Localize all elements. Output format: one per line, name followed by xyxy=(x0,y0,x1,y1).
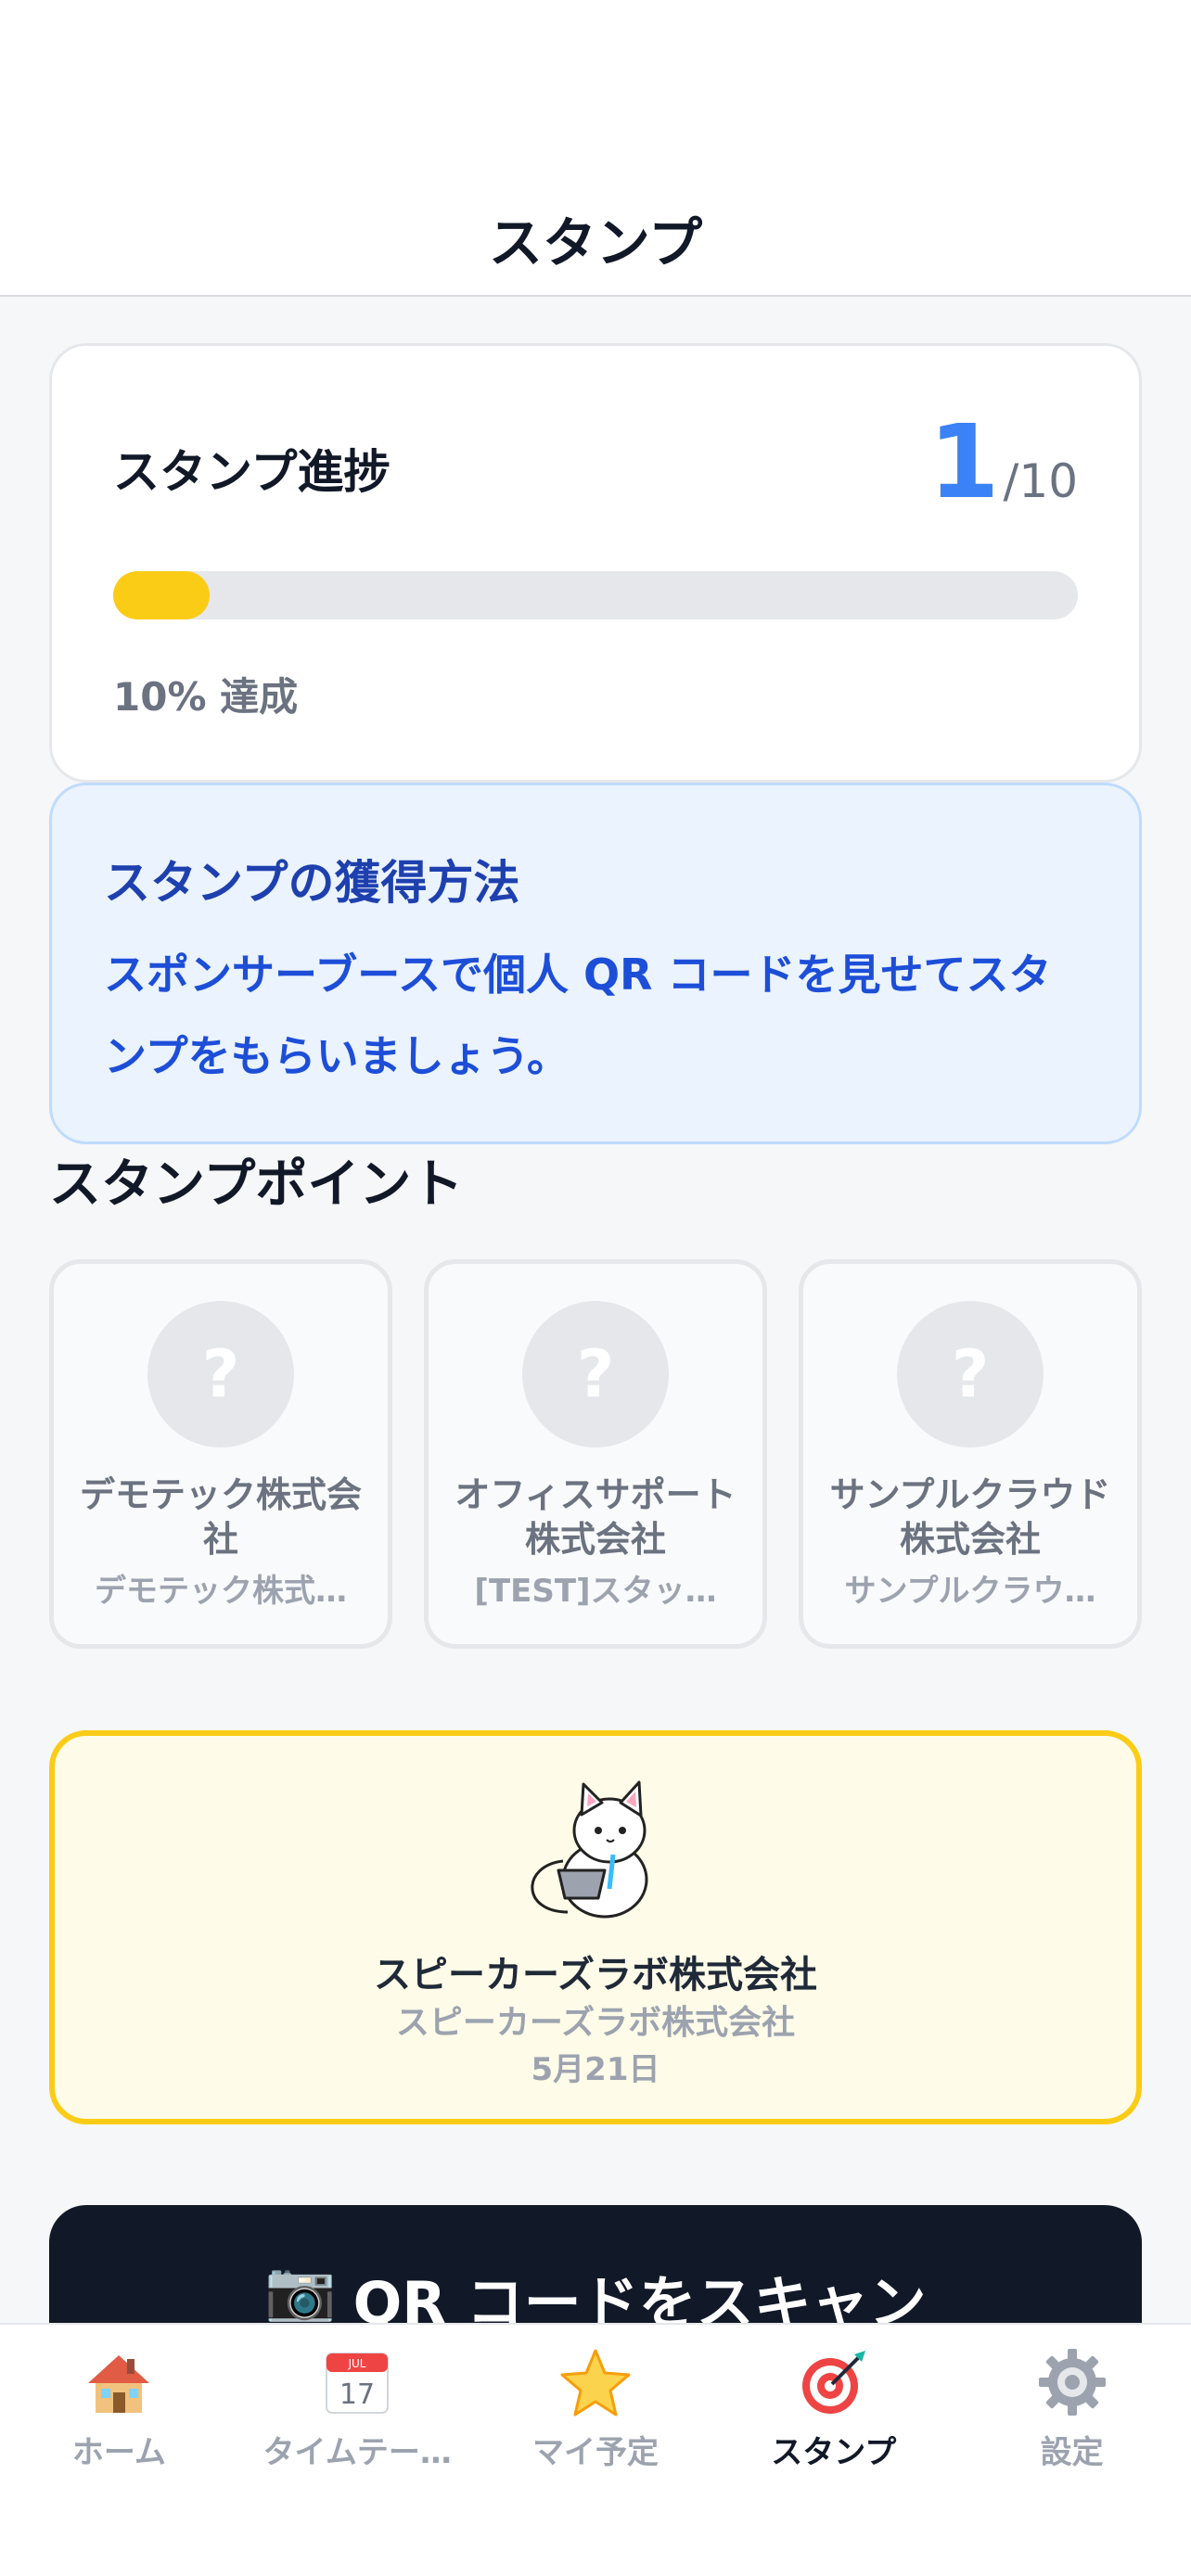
tab-settings-label: 設定 xyxy=(1040,2434,1104,2471)
stamp-point-subtitle: [TEST]スタッ… xyxy=(474,1573,717,1610)
acquired-stamp-subtitle: スピーカーズラボ株式会社 xyxy=(395,2004,796,2042)
progress-bar xyxy=(113,571,1078,619)
progress-bar-fill xyxy=(113,571,210,619)
how-to-earn-card: スタンプの獲得方法 スポンサーブースで個人 QR コードを見せてスタンプをもらい… xyxy=(49,783,1142,1144)
progress-count-total: /10 xyxy=(1003,454,1078,508)
top-bar: スタンプ xyxy=(0,0,1191,297)
tab-home-label: ホーム xyxy=(71,2434,166,2471)
how-to-earn-title: スタンプの獲得方法 xyxy=(104,856,520,910)
calendar-icon: JUL 17 xyxy=(318,2343,396,2421)
stamp-point-name: デモテック株式会社 xyxy=(79,1474,362,1560)
stamp-progress-card: スタンプ進捗 1 /10 10% 達成 xyxy=(49,343,1142,783)
how-to-earn-body: スポンサーブースで個人 QR コードを見せてスタンプをもらいましょう。 xyxy=(104,950,1052,1081)
stamp-point-card[interactable]: ? オフィスサポート株式会社 [TEST]スタッ… xyxy=(424,1259,767,1649)
tab-my-schedule-label: マイ予定 xyxy=(531,2434,659,2471)
bottom-tab-bar: ホーム JUL 17 タイムテー… マイ予定 スタンプ 設定 xyxy=(0,2323,1191,2576)
target-icon xyxy=(795,2343,873,2421)
svg-text:JUL: JUL xyxy=(348,2357,366,2370)
unknown-stamp-icon: ? xyxy=(522,1301,669,1447)
stamp-point-card[interactable]: ? デモテック株式会社 デモテック株式… xyxy=(49,1259,392,1649)
stamp-point-subtitle: サンプルクラウ… xyxy=(844,1573,1096,1610)
main-content: スタンプ進捗 1 /10 10% 達成 スタンプの獲得方法 スポンサーブースで個… xyxy=(49,343,1142,2124)
star-icon xyxy=(557,2343,634,2421)
tab-stamp[interactable]: スタンプ xyxy=(714,2325,953,2576)
unknown-stamp-icon: ? xyxy=(897,1301,1044,1447)
acquired-stamp-card[interactable]: スピーカーズラボ株式会社 スピーカーズラボ株式会社 5月21日 xyxy=(49,1730,1142,2124)
tab-timetable-label: タイムテー… xyxy=(263,2434,452,2471)
unknown-stamp-icon: ? xyxy=(147,1301,294,1447)
tab-settings[interactable]: 設定 xyxy=(953,2325,1191,2576)
stamp-point-name: サンプルクラウド株式会社 xyxy=(829,1474,1111,1560)
progress-percent-label: 10% 達成 xyxy=(113,674,299,720)
gear-icon xyxy=(1033,2343,1111,2421)
progress-count: 1 /10 xyxy=(928,411,1078,513)
tab-timetable[interactable]: JUL 17 タイムテー… xyxy=(238,2325,477,2576)
stamp-points-grid: ? デモテック株式会社 デモテック株式… ? オフィスサポート株式会社 [TES… xyxy=(49,1259,1142,1649)
stamp-point-card[interactable]: ? サンプルクラウド株式会社 サンプルクラウ… xyxy=(799,1259,1142,1649)
stamp-point-name: オフィスサポート株式会社 xyxy=(455,1474,736,1560)
tab-home[interactable]: ホーム xyxy=(0,2325,238,2576)
cat-mascot-icon xyxy=(531,1780,648,1919)
tab-stamp-label: スタンプ xyxy=(771,2434,897,2471)
acquired-stamp-name: スピーカーズラボ株式会社 xyxy=(374,1954,817,1996)
acquired-stamp-date: 5月21日 xyxy=(531,2051,660,2088)
progress-title: スタンプ進捗 xyxy=(113,445,391,499)
page-title: スタンプ xyxy=(488,211,703,274)
progress-count-value: 1 xyxy=(928,402,1000,521)
svg-text:17: 17 xyxy=(339,2378,375,2411)
house-icon xyxy=(80,2343,158,2421)
stamp-point-subtitle: デモテック株式… xyxy=(95,1573,347,1610)
tab-my-schedule[interactable]: マイ予定 xyxy=(477,2325,715,2576)
stamp-points-heading: スタンプポイント xyxy=(49,1154,464,1215)
